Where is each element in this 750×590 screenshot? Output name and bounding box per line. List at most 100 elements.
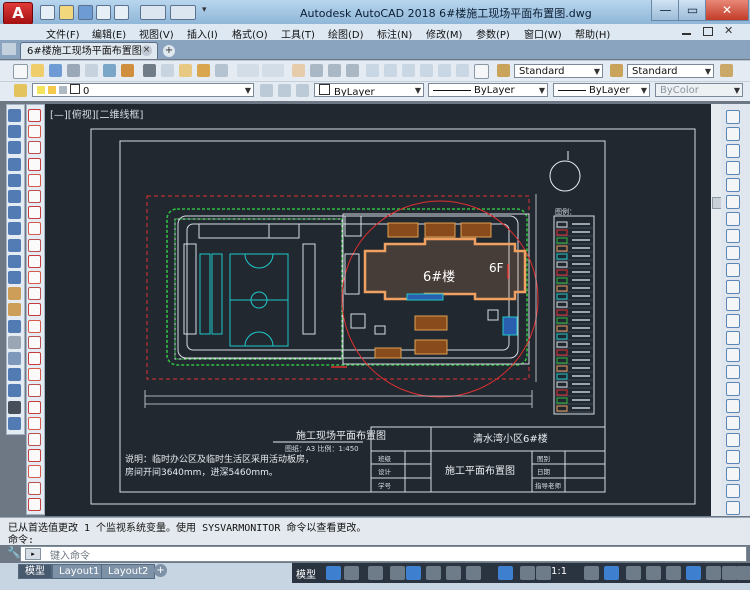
menu-draw[interactable]: 绘图(D) xyxy=(328,26,364,41)
menu-parametric[interactable]: 参数(P) xyxy=(476,26,510,41)
dim-linear-icon[interactable] xyxy=(28,400,41,414)
point-icon[interactable] xyxy=(8,319,21,333)
layer-previous-icon[interactable] xyxy=(278,84,291,97)
move-icon[interactable] xyxy=(28,190,41,203)
maximize-button[interactable]: ▭ xyxy=(678,0,707,21)
trim-icon[interactable] xyxy=(28,254,41,268)
dim-radius-icon[interactable] xyxy=(28,465,41,479)
dim-arc-icon[interactable] xyxy=(28,433,41,446)
match-properties-icon[interactable] xyxy=(197,64,210,77)
revision-cloud-icon[interactable] xyxy=(8,222,21,236)
chamfer-icon[interactable] xyxy=(28,335,41,349)
snap-quadrant-icon[interactable] xyxy=(726,229,740,243)
snap-midpoint-icon[interactable] xyxy=(726,144,740,158)
snap-mid-between-icon[interactable] xyxy=(726,433,740,447)
dim-ordinate-icon[interactable] xyxy=(28,449,41,463)
ellipse-arc-icon[interactable] xyxy=(8,271,21,284)
copy-icon[interactable] xyxy=(161,64,174,77)
paste-icon[interactable] xyxy=(179,64,192,77)
save-as-icon[interactable] xyxy=(96,5,111,20)
snap-extra3-icon[interactable] xyxy=(726,501,740,515)
snap-parallel-icon[interactable] xyxy=(726,280,740,294)
copy-object-icon[interactable] xyxy=(28,125,41,139)
3d-osnap-icon[interactable] xyxy=(536,566,551,580)
dim-aligned-icon[interactable] xyxy=(28,416,41,430)
plotstyle-dropdown[interactable]: ByColor ▼ xyxy=(655,83,743,97)
zoom-realtime-icon[interactable] xyxy=(310,64,323,77)
break-icon[interactable] xyxy=(28,303,41,317)
markup-icon[interactable] xyxy=(438,64,451,77)
customize-icon[interactable]: 🔧 xyxy=(7,546,21,559)
snap-extra-icon[interactable] xyxy=(726,467,740,481)
layer-state-icon[interactable] xyxy=(296,84,309,97)
join-icon[interactable] xyxy=(28,319,41,333)
snap-center-icon[interactable] xyxy=(726,212,740,226)
dim-jogged-icon[interactable] xyxy=(28,481,41,495)
undo-icon[interactable] xyxy=(237,64,259,77)
dim-style-dropdown[interactable]: Standard ▼ xyxy=(627,64,714,78)
circle-icon[interactable] xyxy=(8,206,21,220)
block-editor-icon[interactable] xyxy=(215,64,228,77)
plot-preview-icon[interactable] xyxy=(85,64,98,77)
erase-icon[interactable] xyxy=(28,109,41,122)
menu-format[interactable]: 格式(O) xyxy=(232,26,268,41)
sheet-set-icon[interactable] xyxy=(420,64,433,77)
extend-icon[interactable] xyxy=(28,271,41,284)
selection-cycling-icon[interactable] xyxy=(520,566,535,580)
vertical-scrollbar[interactable] xyxy=(711,104,721,516)
snap-none-icon[interactable] xyxy=(726,348,740,362)
scale-icon[interactable] xyxy=(28,222,41,236)
close-button[interactable]: ✕ xyxy=(705,0,749,21)
open-file-icon[interactable] xyxy=(59,5,74,20)
polygon-icon[interactable] xyxy=(8,157,21,171)
make-block-icon[interactable] xyxy=(8,303,21,317)
polyline-icon[interactable] xyxy=(8,141,21,155)
tab-layout2[interactable]: Layout2 xyxy=(101,564,156,579)
drawing-canvas[interactable]: 6#楼 6F 图例： 施工现场平面布置图 图纸：A3 比例：1:450 说明：临… xyxy=(45,104,711,516)
isodraft-icon[interactable] xyxy=(406,566,421,580)
3d-print-icon[interactable] xyxy=(121,64,134,77)
undo-icon[interactable] xyxy=(140,5,166,20)
annotation-visibility-icon[interactable] xyxy=(604,566,619,580)
grid-icon[interactable] xyxy=(326,566,341,580)
make-current-icon[interactable] xyxy=(260,84,273,97)
layer-dropdown[interactable]: 0 ▼ xyxy=(32,83,254,97)
cut-icon[interactable] xyxy=(143,64,156,77)
application-menu-button[interactable]: A xyxy=(3,2,33,25)
region-icon[interactable] xyxy=(8,368,21,382)
arc-icon[interactable] xyxy=(8,190,21,203)
save-icon[interactable] xyxy=(49,64,62,77)
lock-ui-icon[interactable] xyxy=(722,566,737,580)
zoom-previous-icon[interactable] xyxy=(346,64,359,77)
command-icon[interactable]: ▸ xyxy=(25,548,41,560)
array-icon[interactable] xyxy=(28,173,41,187)
redo-icon[interactable] xyxy=(262,64,284,77)
snap-extra2-icon[interactable] xyxy=(726,484,740,498)
publish-icon[interactable] xyxy=(103,64,116,77)
close-tab-icon[interactable]: × xyxy=(141,45,152,56)
help-icon[interactable] xyxy=(474,64,489,79)
snap-perpendicular-icon[interactable] xyxy=(726,263,740,277)
fillet-icon[interactable] xyxy=(28,352,41,365)
command-input[interactable] xyxy=(20,546,747,562)
object-snap-toggle-icon[interactable] xyxy=(446,566,461,580)
transparency-icon[interactable] xyxy=(498,566,513,580)
snap-nearest-icon[interactable] xyxy=(726,331,740,345)
polar-tracking-icon[interactable] xyxy=(390,566,405,580)
add-layout-icon[interactable]: + xyxy=(154,564,167,577)
snap-temp-track-icon[interactable] xyxy=(726,416,740,430)
snap-settings-icon[interactable] xyxy=(726,365,740,379)
dynamic-ucs-icon[interactable] xyxy=(584,566,599,580)
annotation-monitor-icon[interactable] xyxy=(666,566,681,580)
break-at-point-icon[interactable] xyxy=(28,287,41,301)
snap-mode-icon[interactable] xyxy=(344,566,359,580)
menu-file[interactable]: 文件(F) xyxy=(46,26,80,41)
menu-restore-icon[interactable] xyxy=(703,27,713,36)
new-tab-icon[interactable]: + xyxy=(163,45,175,57)
snap-node-icon[interactable] xyxy=(726,314,740,328)
qnew-icon[interactable] xyxy=(13,64,28,79)
quickcalc-icon[interactable] xyxy=(456,64,469,77)
layer-properties-icon[interactable] xyxy=(14,84,27,97)
units-icon[interactable] xyxy=(686,566,701,580)
multiline-text-icon[interactable] xyxy=(8,400,21,414)
